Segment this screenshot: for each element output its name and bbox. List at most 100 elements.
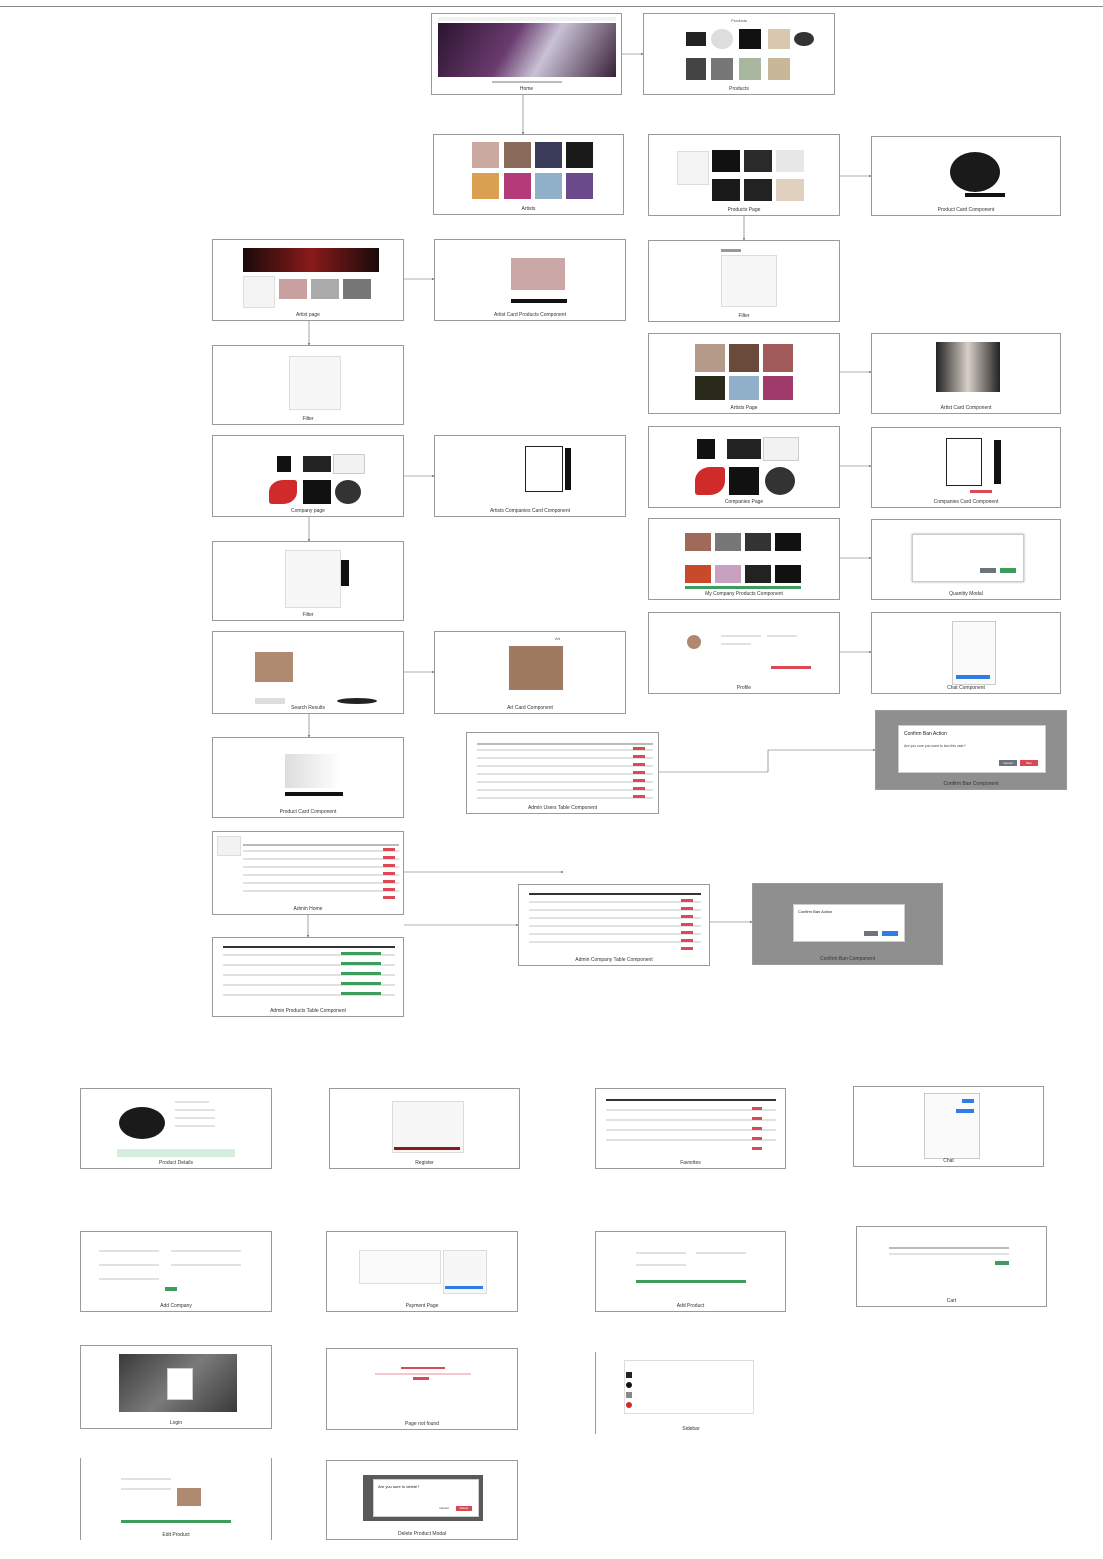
screen-add-product[interactable]: Add Product [595, 1231, 786, 1312]
delete-button[interactable]: Delete [456, 1506, 472, 1511]
screen-search-results[interactable]: Search Results [212, 631, 404, 714]
table-row [477, 765, 653, 767]
delete-buttons [681, 899, 693, 951]
screen-label: Filter [738, 313, 750, 319]
screen-artist-card[interactable]: Artist Card Component [871, 333, 1061, 414]
screen-label: Admin Company Table Component [575, 957, 653, 963]
screen-confirm-ban[interactable]: Confirm Ban Action Are you sure you want… [875, 710, 1067, 790]
screen-chat[interactable]: Chat [853, 1086, 1044, 1167]
screen-products[interactable]: Products Products [643, 13, 835, 95]
screen-label: Cart [946, 1298, 957, 1304]
detail-line [175, 1101, 209, 1103]
screen-admin-home[interactable]: Admin Home [212, 831, 404, 915]
artist-image [936, 342, 1000, 392]
order-summary [359, 1250, 441, 1284]
screen-product-card[interactable]: Product Card Component [871, 136, 1061, 216]
detail-line [175, 1117, 215, 1119]
screen-label: Artists [521, 206, 536, 212]
screen-companies-page[interactable]: Companies Page [648, 426, 840, 508]
remove-buttons [752, 1107, 762, 1151]
screen-filter-1[interactable]: Filter [648, 240, 840, 322]
screen-label: Quantity Modal [949, 591, 983, 597]
table-row [529, 901, 701, 903]
screen-cart[interactable]: Cart [856, 1226, 1047, 1307]
cancel-button [980, 568, 996, 573]
artist-thumb [695, 376, 725, 400]
confirm-button[interactable] [882, 931, 898, 936]
form-field [636, 1264, 686, 1266]
company-image [946, 438, 982, 486]
screen-artists-companies-card[interactable]: Artists Companies Card Component [434, 435, 626, 517]
screen-product-card-2[interactable]: Product Card Component [212, 737, 404, 818]
form-field [99, 1250, 159, 1252]
login-card [167, 1368, 193, 1400]
screen-artist-card-products[interactable]: Artist Card Products Component [434, 239, 626, 321]
artist-thumb [535, 142, 562, 168]
cancel-button[interactable]: Cancel [436, 1506, 452, 1511]
screen-admin-company[interactable]: Admin Company Table Component [518, 884, 710, 966]
product-thumb [685, 565, 711, 583]
product-thumb [711, 58, 733, 80]
table-row [529, 909, 701, 911]
screen-favorites[interactable]: Favorites [595, 1088, 786, 1169]
register-button [394, 1147, 460, 1150]
screen-artists[interactable]: Artists [433, 134, 624, 215]
table-row [477, 781, 653, 783]
detail-line [175, 1109, 215, 1111]
table-row [243, 858, 399, 860]
company-logo [729, 467, 759, 495]
company-logo [303, 456, 331, 472]
screen-label: Sidebar [682, 1426, 700, 1432]
screen-art-card[interactable]: Art Art Card Component [434, 631, 626, 714]
screen-admin-users[interactable]: Admin Users Table Component [466, 732, 659, 814]
screen-artists-page[interactable]: Artists Page [648, 333, 840, 414]
screen-my-company-products[interactable]: My Company Products Component [648, 518, 840, 600]
screen-products-page[interactable]: Products Page [648, 134, 840, 216]
artist-thumb [472, 173, 499, 199]
screen-page-not-found[interactable]: Page not found [326, 1348, 518, 1430]
screen-add-company[interactable]: Add Company [80, 1231, 272, 1312]
ban-button[interactable]: Ban [1020, 760, 1038, 766]
screen-home[interactable]: Home [431, 13, 622, 95]
screen-product-details[interactable]: Product Details [80, 1088, 272, 1169]
table-header [889, 1247, 1009, 1249]
screen-filter-2[interactable]: Filter [212, 345, 404, 425]
screen-companies-card[interactable]: Companies Card Component [871, 427, 1061, 508]
filter-form [289, 356, 341, 410]
table-row [529, 933, 701, 935]
screen-label: Admin Products Table Component [270, 1008, 346, 1014]
chat-bubble [956, 1109, 974, 1113]
screen-label: Add Company [160, 1303, 192, 1309]
screen-login[interactable]: Login [80, 1345, 272, 1429]
screen-label: Filter [302, 416, 314, 422]
screen-chat-component[interactable]: Chat Component [871, 612, 1061, 694]
screen-register[interactable]: Register [329, 1088, 520, 1169]
screen-admin-products[interactable]: Admin Products Table Component [212, 937, 404, 1017]
modal-box: Confirm Ban Action Are you sure you want… [898, 725, 1046, 773]
screen-label: Home [519, 86, 534, 92]
screen-artist-page[interactable]: Artist page [212, 239, 404, 321]
screen-delete-product-modal[interactable]: Are you sure to delete? Cancel Delete De… [326, 1460, 518, 1540]
cancel-button[interactable] [864, 931, 878, 936]
product-thumb [744, 179, 772, 201]
screen-label: Companies Page [724, 499, 764, 505]
screen-filter-3[interactable]: Filter [212, 541, 404, 621]
screen-label: Admin Users Table Component [527, 805, 598, 811]
screen-label: Confirm Ban Component [819, 956, 876, 962]
save-button [121, 1520, 231, 1523]
screen-confirm-ban-2[interactable]: Confirm Ban Action Confirm Ban Component [752, 883, 943, 965]
filter-panel [243, 276, 275, 308]
screen-edit-product[interactable]: Edit Product [80, 1458, 272, 1540]
screen-label: My Company Products Component [705, 591, 783, 597]
submit-button [636, 1280, 746, 1283]
cancel-button[interactable]: Cancel [999, 760, 1017, 766]
table-row [477, 749, 653, 751]
screen-profile[interactable]: Profile [648, 612, 840, 694]
screen-quantity-modal[interactable]: Quantity Modal [871, 519, 1061, 600]
screen-sidebar[interactable]: Sidebar [595, 1352, 786, 1434]
screen-company-page[interactable]: Company page [212, 435, 404, 517]
table-row [606, 1119, 776, 1121]
row-actions [341, 952, 381, 1002]
chat-bubble [962, 1099, 974, 1103]
screen-payment-page[interactable]: Payment Page [326, 1231, 518, 1312]
